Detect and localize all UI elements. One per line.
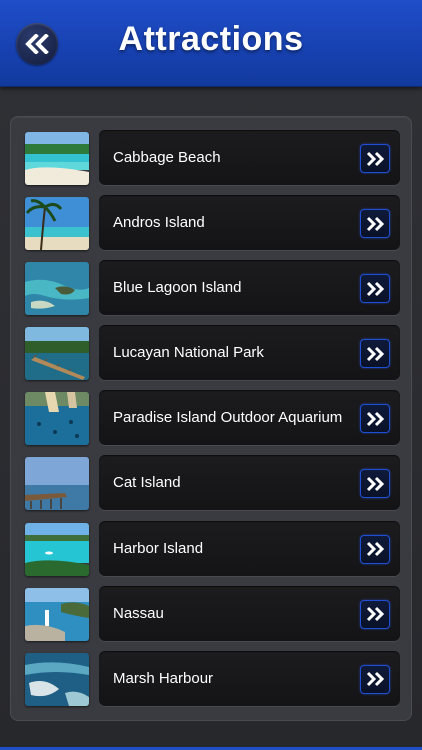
attraction-item[interactable]: Nassau: [99, 585, 400, 641]
open-attraction-button[interactable]: [360, 339, 390, 369]
attraction-item[interactable]: Marsh Harbour: [99, 650, 400, 706]
attraction-thumbnail: [25, 197, 89, 251]
page-title: Attractions: [118, 20, 304, 58]
list-item[interactable]: Blue Lagoon Island: [25, 260, 401, 325]
list-item[interactable]: Lucayan National Park: [25, 325, 401, 390]
open-attraction-button[interactable]: [360, 404, 390, 434]
attraction-thumbnail: [25, 457, 89, 511]
attraction-label: Blue Lagoon Island: [113, 279, 242, 297]
attraction-thumbnail: [25, 652, 89, 706]
attraction-item[interactable]: Lucayan National Park: [99, 325, 400, 381]
list-item[interactable]: Nassau: [25, 585, 401, 651]
open-attraction-button[interactable]: [360, 209, 390, 239]
double-chevron-right-icon: [366, 607, 385, 622]
open-attraction-button[interactable]: [360, 599, 390, 629]
attraction-thumbnail: [25, 392, 89, 446]
attraction-item[interactable]: Andros Island: [99, 195, 400, 251]
attraction-label: Paradise Island Outdoor Aquarium: [113, 409, 343, 427]
attraction-label: Lucayan National Park: [113, 344, 264, 362]
list-item[interactable]: Harbor Island: [25, 520, 401, 586]
app-screen: Attractions Cabbage Beach Andros Island …: [0, 0, 422, 750]
double-chevron-right-icon: [366, 151, 385, 166]
attraction-label: Cabbage Beach: [113, 149, 221, 166]
attraction-thumbnail: [25, 132, 89, 185]
list-item[interactable]: Paradise Island Outdoor Aquarium: [25, 390, 401, 455]
attraction-label: Marsh Harbour: [113, 669, 214, 687]
list-item[interactable]: Marsh Harbour: [25, 650, 401, 716]
attraction-label: Andros Island: [113, 214, 205, 232]
double-chevron-right-icon: [366, 672, 385, 687]
double-chevron-right-icon: [366, 476, 385, 492]
attraction-thumbnail: [25, 262, 89, 316]
attraction-label: Harbor Island: [113, 539, 204, 557]
list-item[interactable]: Cabbage Beach: [25, 130, 401, 195]
attraction-label: Nassau: [113, 604, 164, 622]
attraction-item[interactable]: Cat Island: [99, 455, 400, 511]
attraction-item[interactable]: Cabbage Beach: [99, 130, 400, 185]
open-attraction-button[interactable]: [360, 469, 390, 499]
list-item[interactable]: Cat Island: [25, 455, 401, 520]
attractions-panel: Cabbage Beach Andros Island Blue Lagoon …: [10, 116, 412, 721]
double-chevron-right-icon: [366, 346, 385, 361]
double-chevron-right-icon: [366, 281, 385, 296]
attraction-item[interactable]: Harbor Island: [99, 520, 400, 576]
attraction-thumbnail: [25, 327, 89, 381]
open-attraction-button[interactable]: [360, 664, 390, 694]
attraction-item[interactable]: Paradise Island Outdoor Aquarium: [99, 390, 400, 446]
open-attraction-button[interactable]: [360, 144, 390, 173]
double-chevron-right-icon: [366, 542, 385, 557]
header-bar: Attractions: [0, 0, 422, 87]
attractions-list: Cabbage Beach Andros Island Blue Lagoon …: [25, 130, 401, 716]
attraction-label: Cat Island: [113, 474, 181, 492]
list-item[interactable]: Andros Island: [25, 195, 401, 260]
open-attraction-button[interactable]: [360, 534, 390, 564]
attraction-thumbnail: [25, 587, 89, 641]
attraction-item[interactable]: Blue Lagoon Island: [99, 260, 400, 316]
attraction-thumbnail: [25, 522, 89, 576]
open-attraction-button[interactable]: [360, 274, 390, 304]
double-chevron-right-icon: [366, 411, 385, 426]
double-chevron-right-icon: [366, 216, 385, 231]
